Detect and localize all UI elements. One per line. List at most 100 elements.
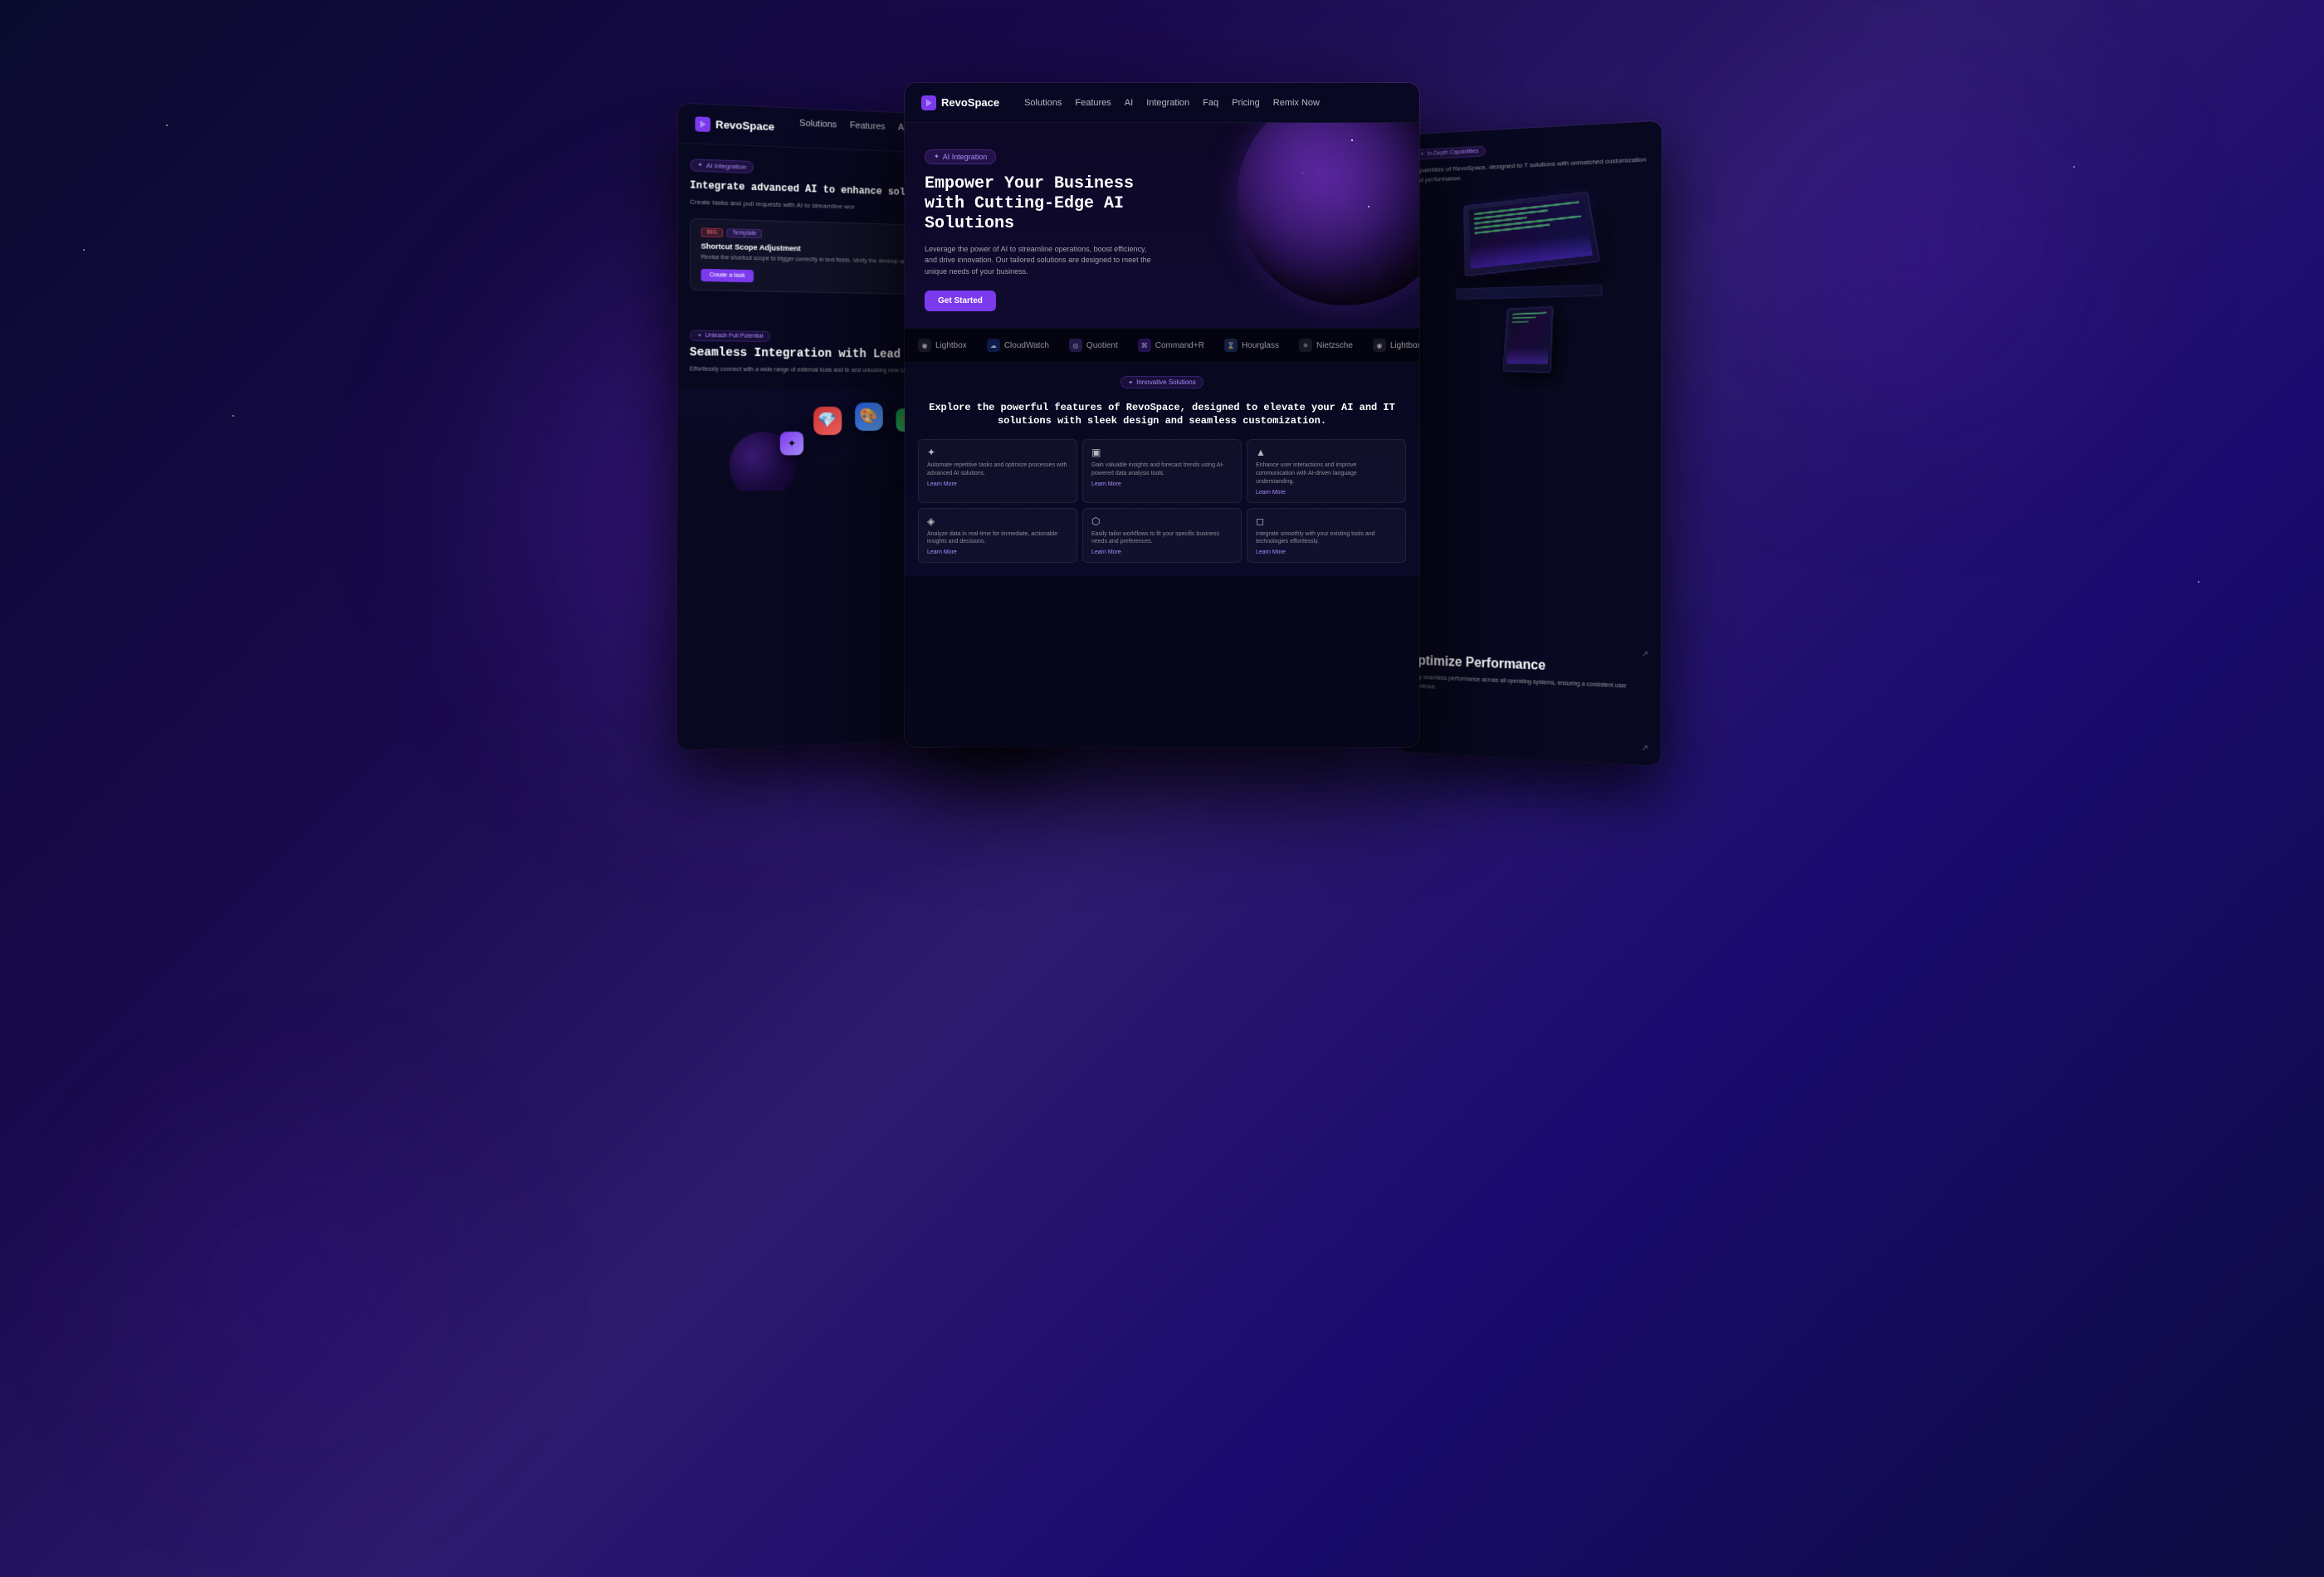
hero-badge: AI Integration — [925, 149, 996, 164]
bg-orb-3 — [83, 1079, 498, 1494]
logo-name-nietzsche: Nietzsche — [1316, 341, 1353, 350]
features-grid-row2: ◈ Analyze data in real-time for immediat… — [918, 508, 1406, 564]
iso-top-screen — [1469, 197, 1592, 268]
windows-container: RevoSpace Solutions Features AI Integrat… — [747, 83, 1577, 788]
hero-section: AI Integration Empower Your Business wit… — [905, 123, 1419, 328]
logo-commandr: ⌘ Command+R — [1138, 339, 1204, 352]
nav-link-solutions[interactable]: Solutions — [799, 118, 837, 139]
logo-name-quotient: Quotient — [1086, 341, 1118, 350]
feature-card-0: ✦ Automate repetitive tasks and optimize… — [918, 439, 1077, 502]
feature-link-0[interactable]: Learn More — [927, 481, 1068, 487]
logo-hourglass: ⌛ Hourglass — [1224, 339, 1279, 352]
screen-line-3 — [1511, 321, 1528, 324]
logo-nietzsche: ✳ Nietzsche — [1299, 339, 1353, 352]
feature-link-5[interactable]: Learn More — [1256, 549, 1397, 555]
create-task-button[interactable]: Create a task — [701, 269, 753, 282]
center-nav-ai[interactable]: AI — [1125, 98, 1133, 108]
center-nav-features[interactable]: Features — [1075, 98, 1111, 108]
expand-arrow-icon: ↗ — [1641, 744, 1648, 754]
features-title: Explore the powerful features of RevoSpa… — [918, 402, 1406, 427]
center-logo-icon — [921, 95, 936, 110]
lightbox-icon-1: ◉ — [918, 339, 931, 352]
logos-strip: ◉ Lightbox ☁ CloudWatch ◎ Quotient ⌘ Com… — [905, 328, 1419, 363]
center-logo-text: RevoSpace — [941, 96, 999, 109]
logo-name-lightbox-1: Lightbox — [935, 341, 967, 350]
logo-lightbox-1: ◉ Lightbox — [918, 339, 967, 352]
feature-link-2[interactable]: Learn More — [1256, 490, 1397, 496]
center-window: RevoSpace Solutions Features AI Integrat… — [905, 83, 1419, 747]
hero-star-3 — [1368, 206, 1370, 208]
star — [2073, 166, 2075, 168]
left-badge: AI Integration — [690, 159, 754, 173]
center-nav-links: Solutions Features AI Integration Faq Pr… — [1024, 98, 1320, 108]
star — [166, 124, 168, 126]
star — [2198, 581, 2200, 583]
device-screen — [1506, 309, 1550, 364]
device-screen-glow — [1506, 347, 1549, 364]
nav-link-features[interactable]: Features — [850, 120, 886, 141]
feature-icon-3: ◈ — [927, 515, 1068, 527]
bg-orb-2 — [1660, 0, 2158, 498]
hero-subtitle: Leverage the power of AI to streamline o… — [925, 244, 1157, 278]
nietzsche-icon: ✳ — [1299, 339, 1312, 352]
app-icon-figma: 🎨 — [855, 403, 883, 431]
features-grid-row1: ✦ Automate repetitive tasks and optimize… — [918, 439, 1406, 502]
right-panel-bottom: ↗ Optimize Performance Enjoy seamless pe… — [1397, 641, 1661, 715]
iso-rows — [1474, 202, 1583, 237]
logo-name-cloudwatch: CloudWatch — [1004, 341, 1049, 350]
center-nav-remix[interactable]: Remix Now — [1273, 98, 1320, 108]
center-nav-pricing[interactable]: Pricing — [1232, 98, 1260, 108]
navbar-logo: RevoSpace — [695, 116, 774, 134]
task-badge-big: BIG — [701, 228, 724, 238]
feature-icon-2: ▲ — [1256, 447, 1397, 458]
dark-device — [1495, 305, 1560, 389]
center-nav-faq[interactable]: Faq — [1203, 98, 1218, 108]
app-icon-purple: ✦ — [780, 432, 803, 455]
logo-quotient: ◎ Quotient — [1069, 339, 1118, 352]
logo-name-commandr: Command+R — [1155, 341, 1204, 350]
center-nav-integration[interactable]: Integration — [1146, 98, 1189, 108]
logo-cloudwatch: ☁ CloudWatch — [987, 339, 1049, 352]
iso-device — [1448, 188, 1610, 300]
feature-desc-4: Easily tailor workflows to fit your spec… — [1091, 530, 1233, 547]
features-badge: Innovative Solutions — [1120, 376, 1203, 388]
feature-icon-1: ▣ — [1091, 447, 1233, 458]
device-body — [1503, 306, 1554, 374]
right-panel-top: In-Depth Capabilities capabilities of Re… — [1399, 121, 1661, 409]
iso-bottom — [1456, 285, 1603, 300]
section-badge-wrap: Innovative Solutions — [918, 376, 1406, 395]
right-desc: capabilities of RevoSpace, designed to T… — [1413, 154, 1649, 185]
feature-card-1: ▣ Gain valuable insights and forecast tr… — [1082, 439, 1242, 502]
cloudwatch-icon: ☁ — [987, 339, 1000, 352]
iso-top — [1463, 192, 1599, 276]
feature-link-3[interactable]: Learn More — [927, 549, 1068, 555]
app-icon-ruby: 💎 — [813, 407, 842, 435]
feature-icon-0: ✦ — [927, 447, 1068, 458]
feature-card-3: ◈ Analyze data in real-time for immediat… — [918, 508, 1077, 564]
star — [232, 415, 234, 417]
feature-desc-2: Enhance user interactions and improve co… — [1256, 461, 1397, 486]
iso-glow-line — [1470, 233, 1592, 269]
logo-lightbox-2: ◉ Lightbox — [1373, 339, 1419, 352]
center-nav-solutions[interactable]: Solutions — [1024, 98, 1062, 108]
feature-link-4[interactable]: Learn More — [1091, 549, 1233, 555]
hourglass-icon: ⌛ — [1224, 339, 1238, 352]
commandr-icon: ⌘ — [1138, 339, 1151, 352]
feature-link-1[interactable]: Learn More — [1091, 481, 1233, 487]
feature-icon-5: ◻ — [1256, 515, 1397, 527]
feature-card-4: ⬡ Easily tailor workflows to fit your sp… — [1082, 508, 1242, 564]
hero-glow — [1220, 123, 1419, 322]
hero-title: Empower Your Business with Cutting-Edge … — [925, 174, 1174, 234]
page-wrapper: RevoSpace Solutions Features AI Integrat… — [0, 0, 2324, 1577]
logo-name-hourglass: Hourglass — [1242, 341, 1279, 350]
feature-icon-4: ⬡ — [1091, 515, 1233, 527]
feature-card-2: ▲ Enhance user interactions and improve … — [1247, 439, 1406, 502]
star — [83, 249, 85, 251]
bottom-left-badge: Unleash Full Potential — [690, 330, 771, 342]
quotient-icon: ◎ — [1069, 339, 1082, 352]
navbar-logo-text: RevoSpace — [715, 118, 774, 133]
screen-line-1 — [1512, 312, 1546, 315]
feature-desc-1: Gain valuable insights and forecast tren… — [1091, 461, 1233, 478]
hero-cta-button[interactable]: Get Started — [925, 290, 996, 311]
logo-icon — [695, 116, 710, 132]
